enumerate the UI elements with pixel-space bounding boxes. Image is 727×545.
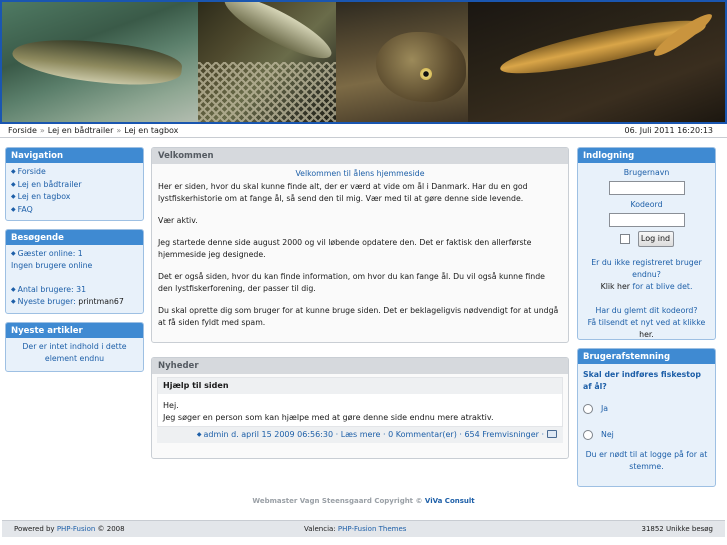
- news-body-line: Jeg søger en person som kan hjælpe med a…: [163, 413, 494, 422]
- guests-online: ◆ Gæster online: 1: [11, 249, 83, 258]
- breadcrumb-item-forside[interactable]: Forside: [8, 126, 37, 135]
- print-icon[interactable]: [547, 430, 557, 438]
- navigation-panel: Navigation ◆ Forside ◆ Lej en bådtrailer ◆…: [5, 147, 144, 221]
- bullet-icon: ◆: [11, 298, 16, 305]
- register-link[interactable]: Klik her: [601, 282, 630, 291]
- copyright-text: Webmaster Vagn Steensgaard Copyright ©: [252, 497, 423, 505]
- welcome-paragraph: Vær aktiv.: [158, 216, 198, 225]
- bullet-icon: ◆: [196, 431, 202, 438]
- new-password-text: Få tilsendt et nyt ved at klikke: [587, 318, 706, 327]
- login-title: Indlogning: [578, 148, 715, 163]
- remember-me-checkbox[interactable]: [619, 234, 630, 244]
- nav-item-tagbox[interactable]: ◆ Lej en tagbox: [11, 191, 138, 204]
- navigation-title: Navigation: [6, 148, 143, 163]
- banner-photo-moray: [336, 2, 468, 122]
- new-password-link[interactable]: her.: [639, 330, 654, 339]
- welcome-paragraph: Du skal oprette dig som bruger for at ku…: [158, 306, 559, 327]
- bullet-icon: ◆: [11, 168, 16, 175]
- nav-item-faq[interactable]: ◆ FAQ: [11, 204, 138, 217]
- breadcrumb-separator: »: [116, 126, 122, 135]
- news-meta-text[interactable]: admin d. april 15 2009 06:56:30 · Læs me…: [203, 430, 544, 439]
- welcome-panel: Velkommen Velkommen til ålens hjemmeside…: [151, 147, 569, 343]
- banner-photo-eel-1: [2, 2, 198, 122]
- newest-articles-title: Nyeste artikler: [6, 323, 143, 338]
- breadcrumb-item-tagbox[interactable]: Lej en tagbox: [124, 126, 178, 135]
- radio-button[interactable]: [583, 430, 593, 440]
- news-title: Nyheder: [152, 358, 568, 374]
- copyright: Webmaster Vagn Steensgaard Copyright © V…: [0, 497, 727, 505]
- nav-item-forside[interactable]: ◆ Forside: [11, 166, 138, 179]
- register-text: for at blive det.: [632, 282, 693, 291]
- username-label: Brugernavn: [623, 168, 670, 177]
- forgot-password-text: Har du glemt dit kodeord?: [595, 306, 698, 315]
- powered-by: Powered by PHP-Fusion © 2008: [14, 525, 125, 533]
- login-panel: Indlogning Brugernavn Kodeord Log ind Er…: [577, 147, 716, 340]
- bullet-icon: ◆: [11, 286, 16, 293]
- radio-button[interactable]: [583, 404, 593, 414]
- theme-credit: Valencia: PHP-Fusion Themes: [304, 525, 407, 533]
- poll-option-no[interactable]: Nej: [583, 427, 710, 443]
- poll-option-yes[interactable]: Ja: [583, 401, 710, 417]
- php-fusion-link[interactable]: PHP-Fusion: [57, 525, 95, 533]
- username-input[interactable]: [608, 181, 685, 195]
- user-count: ◆ Antal brugere: 31: [11, 285, 87, 294]
- news-item: Hjælp til siden Hej. Jeg søger en person…: [157, 377, 563, 427]
- news-panel: Nyheder Hjælp til siden Hej. Jeg søger e…: [151, 357, 569, 459]
- header-banner: [0, 0, 727, 124]
- news-body-line: Hej.: [163, 401, 179, 410]
- current-datetime: 06. Juli 2011 16:20:13: [624, 126, 713, 135]
- banner-photo-eel-3: [468, 2, 725, 122]
- users-online: Ingen brugere online: [11, 261, 93, 270]
- breadcrumb: Forside » Lej en bådtrailer » Lej en tag…: [8, 126, 178, 135]
- welcome-paragraph: Det er også siden, hvor du kan finde inf…: [158, 272, 545, 293]
- news-item-title: Hjælp til siden: [158, 378, 562, 394]
- newest-articles-empty: Der er intet indhold i dette element end…: [22, 342, 127, 363]
- breadcrumb-separator: »: [39, 126, 45, 135]
- welcome-paragraph: Her er siden, hvor du skal kunne finde a…: [158, 182, 528, 203]
- breadcrumb-bar: Forside » Lej en bådtrailer » Lej en tag…: [0, 124, 727, 138]
- password-label: Kodeord: [630, 200, 663, 209]
- visitors-title: Besøgende: [6, 230, 143, 245]
- welcome-title: Velkommen: [152, 148, 568, 164]
- newest-user: ◆ Nyeste bruger: printman67: [11, 297, 124, 306]
- poll-login-note: Du er nødt til at logge på for at stemme…: [585, 450, 708, 471]
- not-registered-text: Er du ikke registreret bruger endnu?: [591, 258, 702, 279]
- password-input[interactable]: [608, 213, 685, 227]
- banner-photo-eel-2: [198, 2, 336, 122]
- bullet-icon: ◆: [11, 193, 16, 200]
- poll-panel: Brugerafstemning Skal der indføres fiske…: [577, 348, 716, 487]
- visitors-panel: Besøgende ◆ Gæster online: 1 Ingen bruger…: [5, 229, 144, 314]
- newest-articles-panel: Nyeste artikler Der er intet indhold i d…: [5, 322, 144, 372]
- bullet-icon: ◆: [11, 250, 16, 257]
- welcome-heading: Velkommen til ålens hjemmeside: [295, 169, 425, 178]
- welcome-paragraph: Jeg startede denne side august 2000 og v…: [158, 238, 532, 259]
- visit-counter: 31852 Unikke besøg: [641, 525, 713, 533]
- poll-title: Brugerafstemning: [578, 349, 715, 364]
- news-meta: ◆ admin d. april 15 2009 06:56:30 · Læs m…: [157, 427, 563, 443]
- copyright-link[interactable]: ViVa Consult: [425, 497, 475, 505]
- poll-question: Skal der indføres fiskestop af ål?: [583, 370, 701, 391]
- footer-bar: Powered by PHP-Fusion © 2008 Valencia: P…: [2, 520, 725, 537]
- breadcrumb-item-boat-trailer[interactable]: Lej en bådtrailer: [48, 126, 114, 135]
- login-button[interactable]: Log ind: [637, 231, 674, 247]
- nav-item-boat-trailer[interactable]: ◆ Lej en bådtrailer: [11, 179, 138, 192]
- bullet-icon: ◆: [11, 180, 16, 188]
- newest-user-link[interactable]: printman67: [78, 297, 124, 306]
- bullet-icon: ◆: [11, 205, 16, 213]
- theme-link[interactable]: PHP-Fusion Themes: [338, 525, 407, 533]
